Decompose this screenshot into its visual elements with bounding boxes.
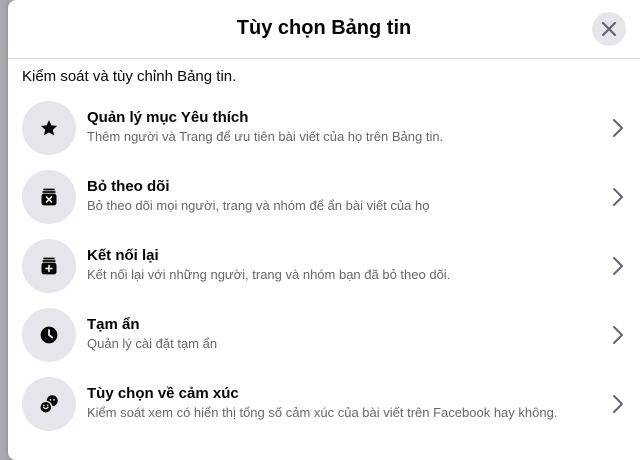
reactions-icon — [39, 395, 58, 414]
item-description: Quản lý cài đặt tạm ẩn — [87, 336, 218, 351]
item-text: Tạm ẩn Quản lý cài đặt tạm ẩn — [87, 315, 587, 352]
star-icon — [40, 120, 58, 136]
list-item-snooze[interactable]: Tạm ẩn Quản lý cài đặt tạm ẩn — [8, 301, 640, 370]
chevron-right-icon — [613, 326, 623, 344]
chevron-right-icon — [613, 188, 623, 206]
dialog-subtitle: Kiểm soát và tùy chỉnh Bảng tin. — [22, 68, 237, 85]
dialog-header: Tùy chọn Bảng tin — [8, 0, 640, 59]
item-title: Quản lý mục Yêu thích — [87, 109, 249, 126]
dialog-title: Tùy chọn Bảng tin — [236, 17, 412, 39]
item-text: Bỏ theo dõi Bỏ theo dõi mọi người, trang… — [87, 177, 587, 214]
reconnect-icon-circle — [22, 239, 76, 293]
item-description: Kết nối lại với những người, trang và nh… — [87, 267, 451, 282]
chevron-right-icon — [613, 257, 623, 275]
item-title: Bỏ theo dõi — [87, 178, 170, 195]
list-item-reconnect[interactable]: Kết nối lại Kết nối lại với những người,… — [8, 232, 640, 301]
item-text: Tùy chọn về cảm xúc Kiểm soát xem có hiể… — [87, 384, 587, 421]
reactions-icon-circle — [22, 377, 76, 431]
item-text: Quản lý mục Yêu thích Thêm người và Tran… — [87, 108, 587, 145]
list-item-unfollow[interactable]: Bỏ theo dõi Bỏ theo dõi mọi người, trang… — [8, 163, 640, 232]
item-title: Kết nối lại — [87, 247, 159, 264]
unfollow-box-icon — [41, 188, 57, 206]
chevron-right-icon — [613, 395, 623, 413]
reconnect-box-icon — [41, 257, 57, 275]
news-feed-preferences-dialog: Tùy chọn Bảng tin Kiểm soát và tùy chỉnh… — [8, 0, 640, 460]
clock-icon-circle — [22, 308, 76, 362]
clock-icon — [40, 326, 58, 344]
list-item-favorites[interactable]: Quản lý mục Yêu thích Thêm người và Tran… — [8, 94, 640, 163]
item-title: Tùy chọn về cảm xúc — [87, 385, 239, 402]
preferences-list: Quản lý mục Yêu thích Thêm người và Tran… — [8, 94, 640, 439]
close-icon — [601, 21, 617, 37]
chevron-right-icon — [613, 119, 623, 137]
close-button[interactable] — [592, 12, 626, 46]
item-description: Kiểm soát xem có hiển thị tổng số cảm xú… — [87, 405, 558, 420]
list-item-reaction-preferences[interactable]: Tùy chọn về cảm xúc Kiểm soát xem có hiể… — [8, 370, 640, 439]
item-description: Thêm người và Trang để ưu tiên bài viết … — [87, 129, 444, 144]
item-text: Kết nối lại Kết nối lại với những người,… — [87, 246, 587, 283]
unfollow-icon-circle — [22, 170, 76, 224]
item-description: Bỏ theo dõi mọi người, trang và nhóm để … — [87, 198, 430, 213]
item-title: Tạm ẩn — [87, 316, 140, 333]
star-icon-circle — [22, 101, 76, 155]
